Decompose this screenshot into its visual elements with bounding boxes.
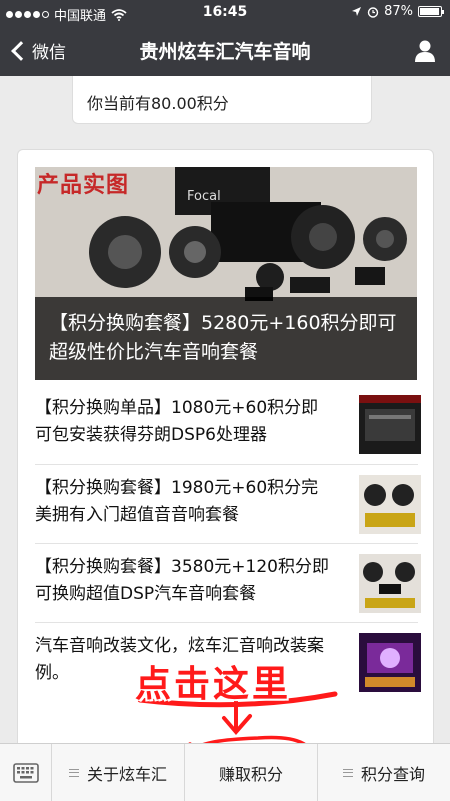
list-item-thumbnail (359, 475, 421, 534)
article-list: 【积分换购单品】1080元+60积分即可包安装获得芬朗DSP6处理器 【积分换购… (18, 385, 433, 701)
menu-points-query-label: 积分查询 (360, 764, 425, 784)
list-item-title: 【积分换购套餐】1980元+60积分完美拥有入门超值音音响套餐 (35, 478, 319, 525)
list-item-thumbnail (359, 633, 421, 692)
menu-points-query[interactable]: 积分查询 (318, 744, 450, 801)
battery-icon (418, 6, 444, 17)
hero-brand: Focal (187, 189, 221, 204)
list-item-thumbnail (359, 554, 421, 613)
list-item[interactable]: 【积分换购套餐】3580元+120积分即可换购超值DSP汽车音响套餐 (35, 543, 421, 622)
list-item-title: 【积分换购单品】1080元+60积分即可包安装获得芬朗DSP6处理器 (35, 398, 319, 445)
menu-about[interactable]: 关于炫车汇 (52, 744, 185, 801)
list-item-title: 【积分换购套餐】3580元+120积分即可换购超值DSP汽车音响套餐 (35, 557, 329, 604)
alarm-icon (367, 6, 379, 18)
nav-bar: 微信 贵州炫车汇汽车音响 (0, 26, 450, 76)
location-arrow-icon (352, 7, 362, 16)
battery-percent: 87% (384, 4, 413, 19)
keyboard-toggle-button[interactable] (0, 744, 52, 801)
list-item-thumbnail (359, 395, 421, 454)
menu-earn-points[interactable]: 赚取积分 (185, 744, 318, 801)
keyboard-icon (12, 763, 39, 783)
list-item[interactable]: 【积分换购套餐】1980元+60积分完美拥有入门超值音音响套餐 (35, 464, 421, 543)
annotation-label: 点击这里 (135, 664, 292, 705)
points-message: 你当前有80.00积分 (72, 76, 372, 124)
hero-caption: 【积分换购套餐】5280元+160积分即可超级性价比汽车音响套餐 (35, 297, 417, 380)
bottom-menu: 关于炫车汇 赚取积分 积分查询 (0, 743, 450, 801)
page-title: 贵州炫车汇汽车音响 (139, 41, 311, 63)
menu-about-label: 关于炫车汇 (86, 764, 167, 784)
person-icon[interactable] (414, 39, 436, 63)
list-item[interactable]: 【积分换购单品】1080元+60积分即可包安装获得芬朗DSP6处理器 (35, 385, 421, 464)
menu-earn-points-label: 赚取积分 (218, 764, 283, 784)
status-bar: 中国联通 16:45 87% (0, 0, 450, 26)
menu-lines-icon (68, 768, 79, 777)
menu-lines-icon (342, 768, 353, 777)
top-bar: 中国联通 16:45 87% 微信 贵州炫车汇汽车音响 (0, 0, 450, 76)
status-right: 87% (351, 4, 444, 19)
hero-article[interactable]: Focal 产品实图 【积分换购套餐】5280元+160积分即可超级性价比汽车音… (35, 167, 417, 380)
hero-image-tag: 产品实图 (37, 172, 130, 198)
